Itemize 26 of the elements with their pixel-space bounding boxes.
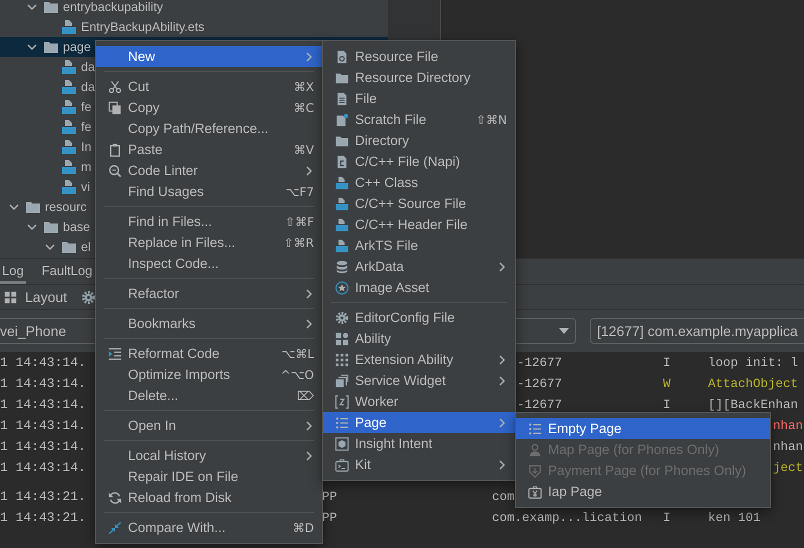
- log-level: I: [663, 398, 671, 412]
- log-time: 1 14:43:14.: [0, 376, 86, 391]
- log-message: AttachObject: [708, 376, 798, 390]
- log-time: 1 14:43:14.: [0, 439, 86, 454]
- log-time: 1 14:43:14.: [0, 397, 86, 412]
- log-process: -12677: [517, 376, 562, 390]
- log-message: [][BackEnhan: [708, 398, 798, 412]
- log-message: nhan: [773, 418, 804, 432]
- log-level: W: [663, 376, 671, 390]
- log-process: -12677: [517, 398, 562, 412]
- log-time: 1 14:43:21.: [0, 510, 86, 525]
- log-message: ject: [773, 460, 804, 474]
- log-time: 1 14:43:14.: [0, 355, 86, 370]
- log-tag: PP: [322, 510, 338, 524]
- log-message: ken 101: [708, 510, 761, 524]
- log-message: nhan: [773, 440, 804, 454]
- log-level: I: [663, 356, 671, 370]
- log-process: com.examp...lication: [492, 510, 642, 524]
- log-time: 1 14:43:14.: [0, 418, 86, 433]
- log-time: 1 14:43:21.: [0, 489, 86, 504]
- log-tag: PP: [322, 490, 338, 504]
- log-level: I: [663, 510, 671, 524]
- log-message: loop init: l: [708, 356, 798, 370]
- log-time: 1 14:43:14.: [0, 460, 86, 475]
- log-process: -12677: [517, 356, 562, 370]
- log-process: com: [492, 490, 515, 504]
